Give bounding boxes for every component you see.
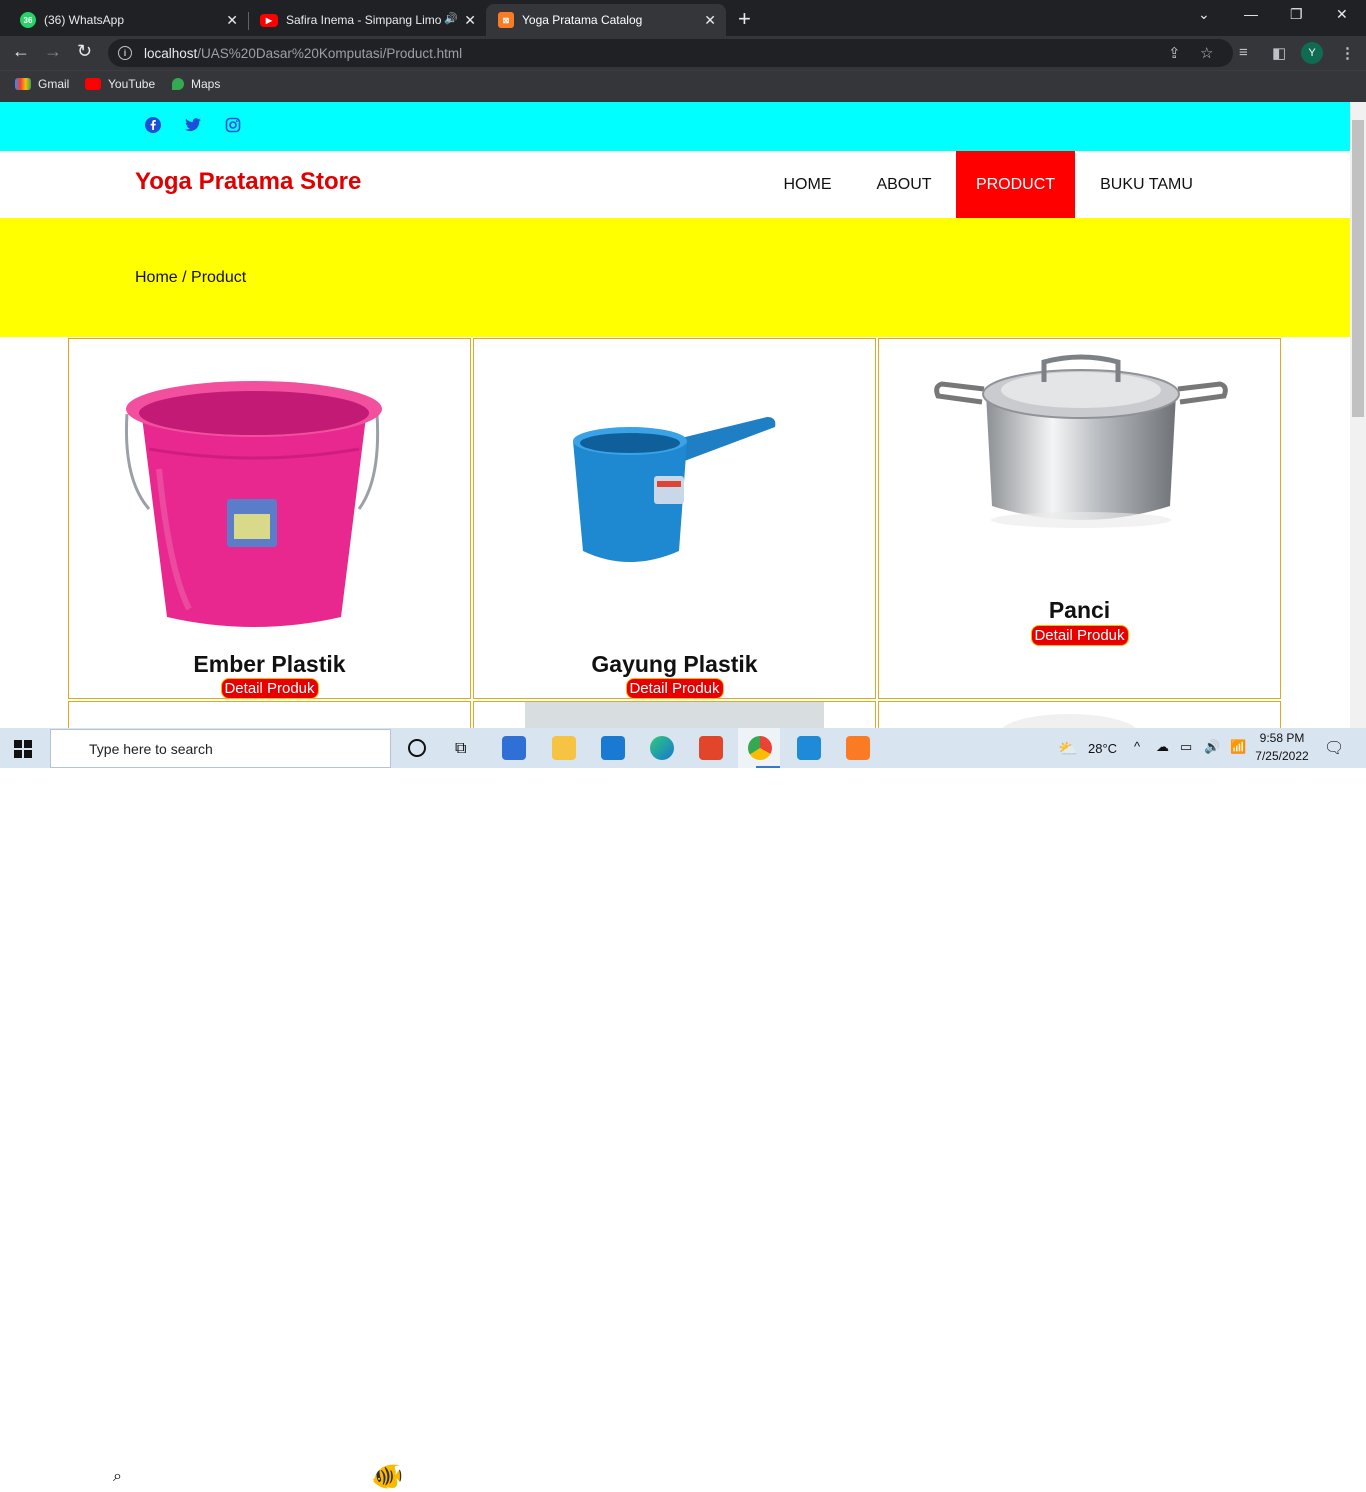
- battery-icon[interactable]: ▭: [1180, 739, 1192, 755]
- breadcrumb: Home / Product: [135, 269, 247, 286]
- product-image: [525, 702, 824, 728]
- detail-produk-button[interactable]: Detail Produk: [625, 678, 724, 699]
- windows-start-icon[interactable]: [14, 740, 32, 763]
- facebook-icon[interactable]: [144, 116, 162, 134]
- gmail-icon: [15, 78, 31, 90]
- profile-avatar[interactable]: Y: [1301, 42, 1323, 64]
- nav-about[interactable]: ABOUT: [860, 151, 948, 218]
- onedrive-icon[interactable]: ☁: [1156, 739, 1169, 755]
- close-tab-icon[interactable]: ✕: [464, 12, 476, 29]
- gayung-plastik-image: [573, 417, 776, 562]
- url-path: /UAS%20Dasar%20Komputasi/Product.html: [197, 45, 463, 61]
- bookmark-label: Gmail: [38, 77, 70, 91]
- panci-image: [934, 354, 1228, 528]
- tab-title: Yoga Pratama Catalog: [522, 13, 643, 27]
- taskbar-search[interactable]: ⌕ Type here to search 🐠: [50, 729, 403, 1491]
- bookmark-star-icon[interactable]: ☆: [1200, 44, 1213, 62]
- minimize-button[interactable]: —: [1244, 6, 1258, 22]
- task-view-icon[interactable]: ⧉: [455, 740, 466, 758]
- reload-icon[interactable]: ↻: [77, 41, 92, 62]
- vscode-icon[interactable]: [797, 736, 821, 760]
- weather-icon[interactable]: ⛅: [1058, 739, 1078, 759]
- nav-buku-tamu[interactable]: BUKU TAMU: [1085, 151, 1208, 218]
- tab-search-icon[interactable]: ⌄: [1198, 6, 1210, 23]
- twitter-icon[interactable]: [184, 116, 202, 134]
- ember-plastik-image: [125, 381, 382, 627]
- bookmark-label: YouTube: [108, 77, 156, 91]
- search-highlight-icon: 🐠: [371, 1461, 404, 1491]
- chrome-icon[interactable]: [748, 736, 772, 760]
- new-tab-button[interactable]: +: [738, 6, 751, 32]
- notifications-icon[interactable]: 🗨: [1324, 738, 1344, 758]
- speaker-icon[interactable]: 🔊: [444, 12, 458, 25]
- tab-whatsapp[interactable]: 36 (36) WhatsApp ✕: [8, 4, 248, 36]
- search-icon: ⌕: [113, 1468, 122, 1485]
- share-icon[interactable]: ⇪: [1168, 44, 1181, 62]
- xampp-icon: ⊠: [498, 12, 514, 28]
- maps-icon: [172, 78, 184, 90]
- xampp-icon[interactable]: [846, 736, 870, 760]
- scrollbar-thumb[interactable]: [1352, 120, 1364, 417]
- tab-title: (36) WhatsApp: [44, 13, 125, 27]
- close-tab-icon[interactable]: ✕: [704, 12, 716, 29]
- forward-icon[interactable]: →: [44, 41, 62, 62]
- product-card: [473, 701, 876, 728]
- product-name: Panci: [1048, 597, 1111, 623]
- volume-icon[interactable]: 🔊: [1204, 739, 1220, 755]
- clock-time[interactable]: 9:58 PM: [1258, 731, 1306, 745]
- product-card: [68, 701, 471, 728]
- whatsapp-icon: 36: [20, 12, 36, 28]
- weather-temp[interactable]: 28°C: [1088, 741, 1117, 756]
- instagram-icon[interactable]: [224, 116, 242, 134]
- product-image: [999, 714, 1139, 728]
- bookmark-gmail[interactable]: Gmail: [15, 77, 69, 91]
- edge-icon[interactable]: [650, 736, 674, 760]
- file-explorer-icon[interactable]: [552, 736, 576, 760]
- address-bar[interactable]: i localhost/UAS%20Dasar%20Komputasi/Prod…: [108, 39, 1233, 67]
- close-window-button[interactable]: ✕: [1336, 6, 1348, 23]
- youtube-icon: [85, 78, 101, 90]
- product-card: Panci Detail Produk: [878, 338, 1281, 699]
- web-page: Yoga Pratama Store HOME ABOUT PRODUCT BU…: [0, 102, 1350, 728]
- nav-product[interactable]: PRODUCT: [956, 151, 1075, 218]
- wifi-icon[interactable]: 📶: [1230, 739, 1246, 755]
- bookmark-label: Maps: [191, 77, 221, 91]
- social-topbar: [0, 102, 1350, 151]
- youtube-icon: ▶: [260, 13, 278, 27]
- media-control-icon[interactable]: ≡: [1239, 44, 1248, 61]
- tab-catalog[interactable]: ⊠ Yoga Pratama Catalog ✕: [486, 4, 726, 36]
- microsoft-store-icon[interactable]: [502, 736, 526, 760]
- url-host: localhost: [144, 45, 198, 61]
- product-card: Ember Plastik Detail Produk: [68, 338, 471, 699]
- menu-icon[interactable]: ⋮: [1340, 44, 1355, 62]
- product-name: Gayung Plastik: [591, 651, 758, 677]
- product-card: Gayung Plastik Detail Produk: [473, 338, 876, 699]
- product-name: Ember Plastik: [193, 651, 346, 677]
- brand-logo[interactable]: Yoga Pratama Store: [135, 168, 361, 196]
- restore-button[interactable]: ❐: [1290, 6, 1303, 23]
- site-info-icon[interactable]: i: [118, 46, 132, 60]
- search-placeholder: Type here to search: [89, 740, 213, 757]
- detail-produk-button[interactable]: Detail Produk: [220, 678, 319, 699]
- detail-produk-button[interactable]: Detail Produk: [1030, 625, 1129, 646]
- bookmark-maps[interactable]: Maps: [172, 77, 220, 91]
- bookmark-youtube[interactable]: YouTube: [85, 77, 155, 91]
- back-icon[interactable]: ←: [12, 41, 30, 62]
- cortana-icon[interactable]: [408, 739, 426, 757]
- side-panel-icon[interactable]: ◧: [1272, 44, 1286, 62]
- chevron-up-icon[interactable]: ^: [1134, 739, 1140, 754]
- nav-home[interactable]: HOME: [765, 151, 850, 218]
- office-icon[interactable]: [699, 736, 723, 760]
- tab-title: Safira Inema - Simpang Limo: [286, 13, 442, 27]
- clock-date[interactable]: 7/25/2022: [1254, 749, 1310, 763]
- tab-youtube[interactable]: ▶ Safira Inema - Simpang Limo 🔊 ✕: [248, 4, 486, 36]
- mail-icon[interactable]: [601, 736, 625, 760]
- product-card: [878, 701, 1281, 728]
- close-tab-icon[interactable]: ✕: [226, 12, 238, 29]
